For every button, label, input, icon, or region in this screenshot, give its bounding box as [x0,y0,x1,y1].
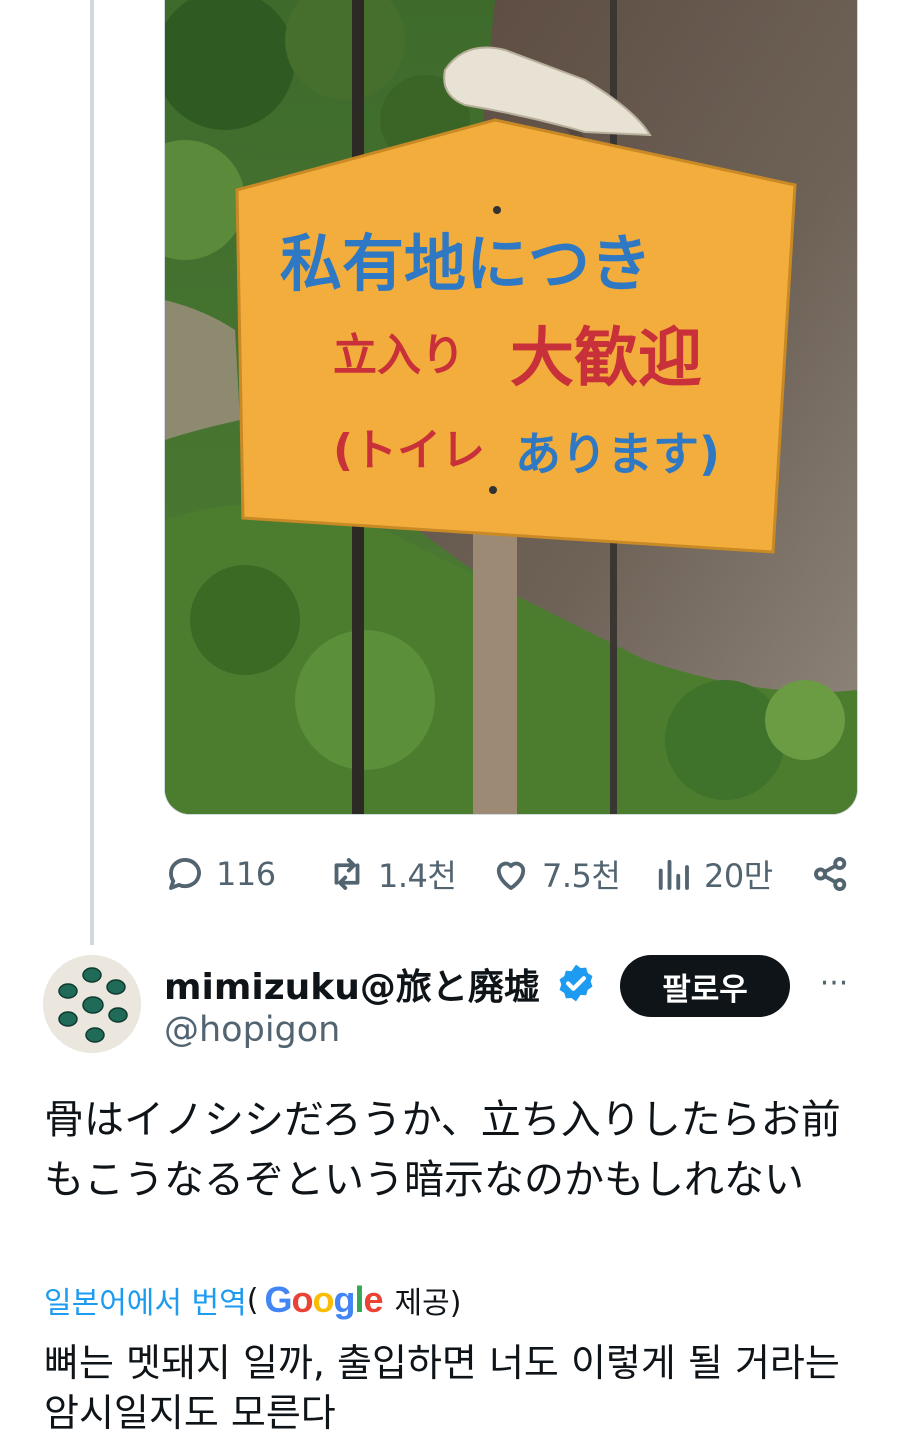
sign-line3a: (トイレ [333,425,485,476]
verified-icon [559,964,593,1002]
google-logo: Google [264,1279,383,1320]
display-name[interactable]: mimizuku@旅と廃墟 [164,958,540,1010]
views-count: 20만 [704,857,773,895]
translate-provider-suffix: 제공) [394,1286,462,1321]
like-icon [496,861,526,890]
reply-count: 116 [216,855,276,893]
translation-attribution: 일본어에서 번역 ( Google 제공) [44,1278,461,1322]
like-button[interactable]: 7.5천 [490,846,621,902]
sign-line3b: あります) [515,427,720,481]
tweet-actions: 116 1.4천 7.5천 20만 [164,846,856,902]
share-button[interactable] [810,846,852,902]
translate-open-paren: ( [246,1282,259,1318]
views-button[interactable]: 20만 [652,846,773,902]
repost-icon [334,858,360,890]
tweet-photo[interactable]: 私有地につき 立入り 大歓迎 (トイレ あります) [164,0,858,815]
reply-button[interactable]: 116 [164,846,276,902]
share-icon [814,857,847,891]
sign-line2a: 立入り [333,330,465,381]
reply-icon [169,858,201,890]
more-icon[interactable]: ··· [812,962,856,1006]
repost-button[interactable]: 1.4천 [326,846,457,902]
follow-button[interactable]: 팔로우 [620,955,790,1017]
thread-line [90,0,94,945]
user-handle[interactable]: @hopigon [164,1010,340,1050]
tweet-text: 骨はイノシシだろうか、立ち入りしたらお前もこうなるぞという暗示なのかもしれない [44,1097,841,1203]
sign-line1: 私有地につき [280,227,652,300]
views-icon [658,859,689,890]
avatar[interactable] [43,955,141,1053]
sign-line2b: 大歓迎 [510,322,702,396]
translated-text: 뼈는 멧돼지 일까, 출입하면 너도 이렇게 될 거라는 암시일지도 모른다 [44,1341,840,1435]
translate-link[interactable]: 일본어에서 번역 [44,1278,247,1322]
like-count: 7.5천 [542,857,621,895]
repost-count: 1.4천 [378,857,457,895]
